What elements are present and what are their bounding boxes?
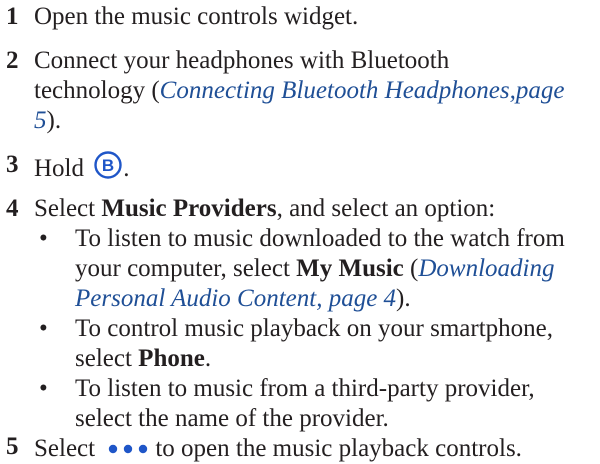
bullet-text-line: To listen to music from a third-party pr… xyxy=(75,375,535,402)
step-number: 2 xyxy=(6,47,19,74)
step-number: 1 xyxy=(6,3,19,30)
step-text-line: technology (Connecting Bluetooth Headpho… xyxy=(34,76,596,106)
step-text: Open the music controls widget. xyxy=(34,3,359,30)
step-text-fragment: Hold xyxy=(34,155,91,182)
bullet-text-fragment: ). xyxy=(396,285,411,312)
step-text-fragment: ). xyxy=(46,107,62,134)
menu-option-label: Music Providers xyxy=(101,195,277,222)
step-text-fragment: to open the music playback controls. xyxy=(155,435,522,462)
step-text: Hold B. xyxy=(34,150,596,188)
b-button-icon: B xyxy=(93,150,123,188)
step-text: Connect your headphones with Bluetooth t… xyxy=(34,46,596,136)
bullet-text-fragment: . xyxy=(204,345,212,372)
bullet-text-fragment: select xyxy=(75,345,139,372)
menu-option-label: My Music xyxy=(296,255,404,282)
bullet-text: To listen to music from a third-party pr… xyxy=(75,374,600,434)
cross-reference-link-page[interactable]: 5 xyxy=(34,107,47,134)
step-text-fragment: technology ( xyxy=(34,77,160,104)
bullet-text-line: your computer, select My Music (Download… xyxy=(75,254,600,284)
step-number: 4 xyxy=(6,195,19,222)
cross-reference-link[interactable]: Connecting Bluetooth Headphones,page xyxy=(160,77,565,104)
bullet-text-line: Personal Audio Content, page 4). xyxy=(75,284,600,314)
bullet-text-line: select Phone. xyxy=(75,344,600,374)
step-text: Select Music Providers, and select an op… xyxy=(34,194,596,224)
bullet-text: To listen to music downloaded to the wat… xyxy=(75,224,600,314)
bullet-text-line: select the name of the provider. xyxy=(75,405,389,432)
step-text-line: Connect your headphones with Bluetooth xyxy=(34,47,450,74)
b-button-letter: B xyxy=(102,156,114,175)
more-dots-icon xyxy=(107,432,151,462)
bullet-symbol: • xyxy=(39,315,48,342)
bullet-text-line: To control music playback on your smartp… xyxy=(75,315,554,342)
step-number: 5 xyxy=(6,433,19,460)
step-text-fragment: , and select an option: xyxy=(276,195,496,222)
bullet-symbol: • xyxy=(39,225,48,252)
menu-option-label: Phone xyxy=(138,345,205,372)
cross-reference-link[interactable]: Personal Audio Content, page 4 xyxy=(75,285,396,312)
bullet-text-fragment: your computer, select xyxy=(75,255,297,282)
step-text-fragment: Select xyxy=(34,435,102,462)
bullet-symbol: • xyxy=(39,375,48,402)
step-text-fragment: . xyxy=(123,155,130,182)
cross-reference-link[interactable]: Downloading xyxy=(418,255,554,282)
bullet-text-fragment: ( xyxy=(403,255,419,282)
step-text-line: 5). xyxy=(34,106,596,136)
bullet-text: To control music playback on your smartp… xyxy=(75,314,600,374)
bullet-text-line: To listen to music downloaded to the wat… xyxy=(75,225,565,252)
step-number: 3 xyxy=(6,151,19,178)
step-text: Select to open the music playback contro… xyxy=(34,432,596,464)
step-text-fragment: Select xyxy=(34,195,102,222)
